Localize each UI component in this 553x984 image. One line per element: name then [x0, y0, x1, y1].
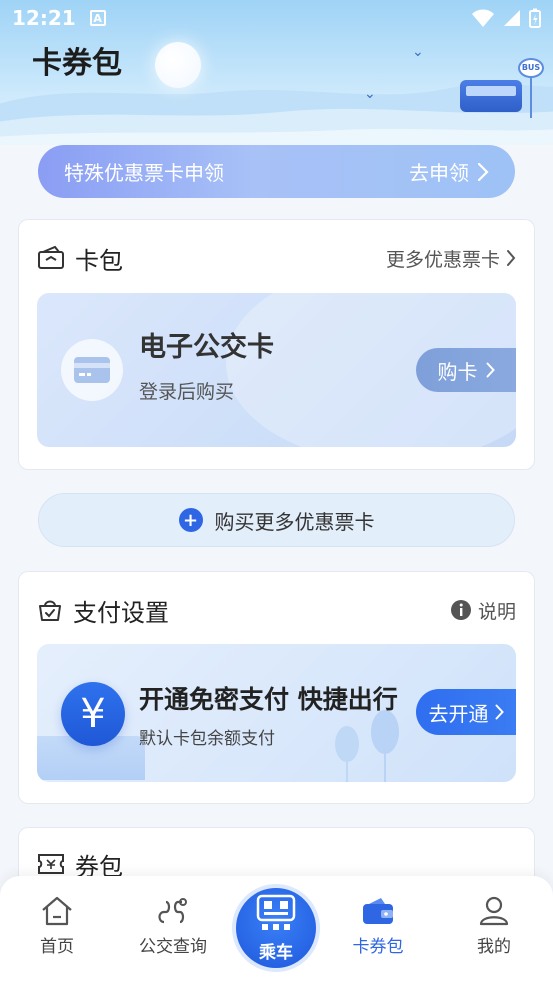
wallet-icon [363, 898, 393, 924]
battery-icon [529, 8, 541, 28]
buy-card-button[interactable]: 购卡 [416, 348, 516, 392]
bus-card-icon-circle [61, 339, 123, 401]
payment-card-subtitle: 默认卡包余额支付 [139, 729, 275, 749]
nav-item-bus-query[interactable]: 公交查询 [128, 896, 218, 966]
nav-item-ride[interactable]: 乘车 [232, 884, 320, 972]
card-wallet-header: 卡包 更多优惠票卡 [37, 242, 516, 275]
promo-cta-label: 去申领 [409, 161, 469, 185]
nav-label-ride: 乘车 [259, 942, 293, 963]
notification-icon: A [89, 10, 106, 26]
activate-payment-label: 去开通 [428, 701, 489, 726]
nav-item-wallet[interactable]: 卡券包 [333, 896, 423, 966]
route-icon [158, 898, 187, 924]
plus-icon: + [178, 508, 203, 532]
ticket-wallet-icon [38, 245, 64, 269]
credit-card-icon [74, 357, 110, 383]
chevron-right-icon [495, 704, 504, 720]
nav-label-mine: 我的 [477, 937, 511, 957]
nav-item-home[interactable]: 首页 [12, 896, 102, 966]
info-icon [450, 600, 471, 620]
status-time: 12:21 [12, 6, 76, 30]
promo-text: 特殊优惠票卡申领 [64, 161, 224, 185]
payment-help-label: 说明 [477, 600, 516, 623]
qr-code-icon [256, 894, 296, 930]
bird-icon: ⌄ [364, 86, 376, 102]
chevron-right-icon [477, 162, 489, 181]
buy-more-label: 购买更多优惠票卡 [214, 509, 375, 534]
more-discount-cards-label: 更多优惠票卡 [385, 248, 500, 271]
nav-label-bus-query: 公交查询 [139, 937, 207, 957]
card-name: 电子公交卡 [139, 332, 274, 363]
e-bus-card[interactable]: 电子公交卡 登录后购买 购卡 [37, 293, 516, 447]
payment-help-link[interactable]: 说明 [450, 597, 516, 624]
promo-cta[interactable]: 去申领 [409, 157, 489, 186]
shopping-bag-check-icon [39, 600, 61, 621]
payment-settings-section: 支付设置 说明 ¥ 开通免密支付 快捷出行 默认卡包余额支付 去开通 [18, 571, 535, 804]
sun-illustration [155, 42, 201, 88]
nav-label-wallet: 卡券包 [352, 937, 404, 957]
nav-label-home: 首页 [40, 937, 74, 957]
home-icon [42, 896, 72, 926]
user-icon [479, 896, 509, 926]
card-subtitle: 登录后购买 [139, 381, 235, 403]
wifi-icon [472, 9, 494, 27]
activate-payment-button[interactable]: 去开通 [416, 689, 516, 735]
payment-card-title: 开通免密支付 快捷出行 [139, 685, 398, 714]
yen-icon: ¥ [61, 682, 125, 746]
more-discount-cards-link[interactable]: 更多优惠票卡 [386, 245, 516, 272]
bus-illustration [460, 80, 522, 112]
buy-card-label: 购卡 [437, 359, 478, 384]
card-wallet-section: 卡包 更多优惠票卡 电子公交卡 登录后购买 购卡 [18, 219, 535, 470]
card-wallet-title: 卡包 [75, 246, 123, 275]
chevron-right-icon [486, 362, 495, 378]
page-title: 卡券包 [32, 46, 122, 81]
bus-stop-pole [530, 78, 532, 118]
password-free-payment-card[interactable]: ¥ 开通免密支付 快捷出行 默认卡包余额支付 去开通 [37, 644, 516, 782]
bird-icon: ⌄ [412, 44, 424, 60]
bus-stop-sign: BUS [518, 58, 544, 78]
nav-item-mine[interactable]: 我的 [449, 896, 539, 966]
buy-more-cards-button[interactable]: + 购买更多优惠票卡 [38, 493, 515, 547]
payment-settings-title: 支付设置 [73, 598, 169, 627]
coupon-icon [38, 854, 64, 874]
payment-settings-header: 支付设置 说明 [37, 594, 516, 627]
status-bar: 12:21 A [0, 0, 553, 36]
chevron-right-icon [507, 250, 516, 266]
signal-icon [504, 10, 520, 26]
promo-banner[interactable]: 特殊优惠票卡申领 去申领 [38, 145, 515, 198]
